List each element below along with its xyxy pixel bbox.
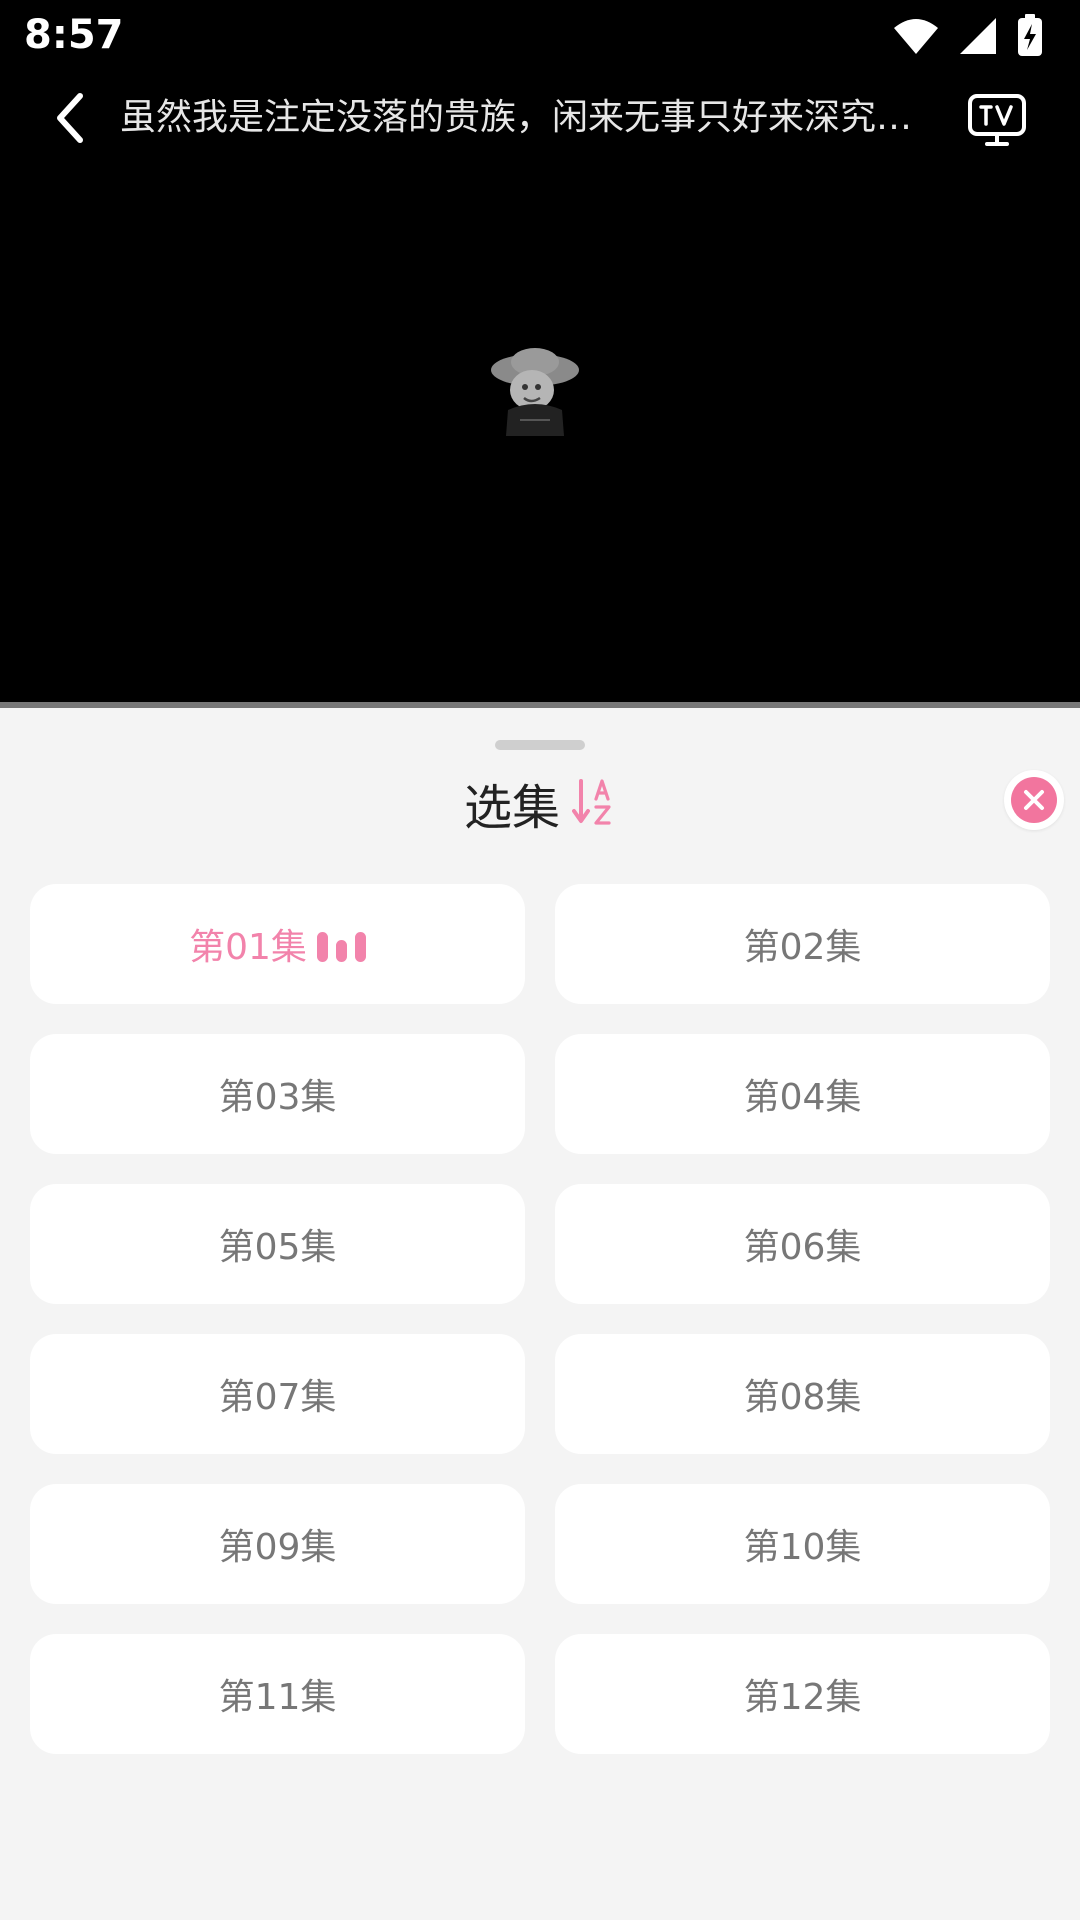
- episode-label: 第04集: [743, 1077, 862, 1118]
- episode-button[interactable]: 第10集: [555, 1484, 1050, 1604]
- episode-label: 第08集: [743, 1377, 862, 1418]
- status-icons: [892, 14, 1044, 58]
- player-top-bar: 虽然我是注定没落的贵族，闲来无事只好来深究魔…: [0, 80, 1080, 156]
- video-title: 虽然我是注定没落的贵族，闲来无事只好来深究魔…: [120, 97, 940, 138]
- now-playing-bar: [316, 932, 328, 962]
- now-playing-bar: [354, 932, 366, 962]
- episode-label: 第02集: [743, 927, 862, 968]
- episode-label: 第10集: [743, 1527, 862, 1568]
- episode-button[interactable]: 第07集: [30, 1334, 525, 1454]
- video-player[interactable]: [0, 160, 1080, 700]
- wifi-icon: [894, 19, 938, 54]
- battery-charging-icon: [1018, 14, 1042, 56]
- sort-button[interactable]: [572, 777, 616, 829]
- episode-button[interactable]: 第05集: [30, 1184, 525, 1304]
- episode-label: 第07集: [218, 1377, 337, 1418]
- sort-az-icon: [572, 779, 611, 825]
- episode-button[interactable]: 第06集: [555, 1184, 1050, 1304]
- episode-label: 第09集: [218, 1527, 337, 1568]
- episode-sheet: 选集 第01集 第02集 第03集 第04集 第05集 第06集 第07集 第08集 第09集第…: [0, 708, 1080, 1920]
- tv-cast-icon: [968, 94, 1026, 146]
- status-time: 8:57: [24, 12, 124, 58]
- close-icon: [1024, 790, 1044, 810]
- drag-handle[interactable]: [495, 740, 585, 750]
- episode-button[interactable]: 第12集: [555, 1634, 1050, 1754]
- status-bar: 8:57: [0, 0, 1080, 70]
- close-button[interactable]: [1004, 770, 1064, 830]
- tv-cast-button[interactable]: [962, 90, 1032, 150]
- episode-label: 第01集: [189, 927, 307, 968]
- now-playing-bar: [335, 940, 347, 962]
- episode-button[interactable]: 第02集: [555, 884, 1050, 1004]
- sheet-title: 选集: [463, 780, 560, 836]
- episode-button[interactable]: 第11集: [30, 1634, 525, 1754]
- now-playing-icon: [316, 926, 366, 962]
- episode-label: 第06集: [743, 1227, 862, 1268]
- loading-sprite-image: [491, 348, 579, 436]
- episode-label: 第05集: [218, 1227, 337, 1268]
- back-button[interactable]: [40, 88, 100, 148]
- sheet-header: 选集: [0, 768, 1080, 838]
- close-icon-bg: [1011, 777, 1057, 823]
- episode-button[interactable]: 第03集: [30, 1034, 525, 1154]
- episode-grid: 第01集 第02集第03集 第04集第05集 第06集第07集 第08集第09集 第10集…: [30, 884, 1050, 1754]
- episode-label: 第11集: [218, 1677, 337, 1718]
- episode-button[interactable]: 第09集: [30, 1484, 525, 1604]
- episode-label: 第03集: [218, 1077, 337, 1118]
- episode-button[interactable]: 第04集: [555, 1034, 1050, 1154]
- episode-label: 第12集: [743, 1677, 862, 1718]
- back-icon: [57, 93, 83, 143]
- signal-icon: [960, 18, 996, 54]
- episode-button[interactable]: 第08集: [555, 1334, 1050, 1454]
- episode-button[interactable]: 第01集: [30, 884, 525, 1004]
